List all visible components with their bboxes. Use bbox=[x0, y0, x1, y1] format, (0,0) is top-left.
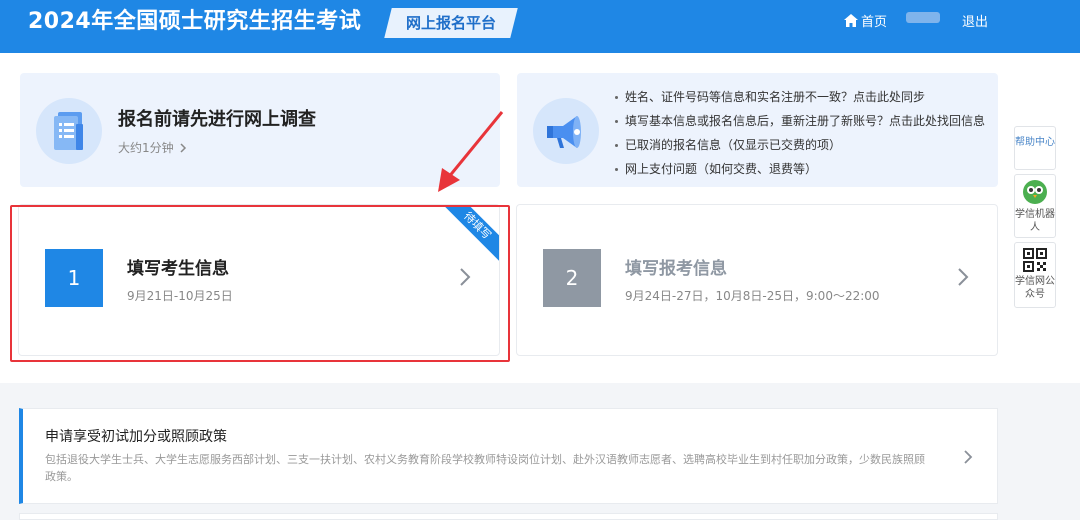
policy-description: 包括退役大学生士兵、大学生志愿服务西部计划、三支一扶计划、农村义务教育阶段学校教… bbox=[45, 453, 925, 483]
chevron-right-icon bbox=[964, 450, 973, 464]
survey-duration[interactable]: 大约1分钟 bbox=[118, 139, 187, 156]
survey-title: 报名前请先进行网上调查 bbox=[118, 109, 316, 130]
page-title: 2024年全国硕士研究生招生考试 bbox=[28, 9, 362, 34]
xuexin-robot-button[interactable]: 学信机器人 bbox=[1014, 174, 1056, 238]
notice-item[interactable]: 网上支付问题（如何交费、退费等） bbox=[615, 157, 985, 181]
annotation-highlight-box bbox=[10, 205, 510, 362]
step-date: 9月24日-27日，10月8日-25日，9:00～22:00 bbox=[625, 289, 880, 303]
home-icon bbox=[844, 14, 858, 27]
notice-item[interactable]: 已取消的报名信息（仅显示已交费的项） bbox=[615, 133, 985, 157]
top-header: 2024年全国硕士研究生招生考试 网上报名平台 首页 退出 bbox=[0, 0, 1080, 53]
help-center-button[interactable]: 帮助中心 bbox=[1014, 126, 1056, 170]
chevron-right-icon bbox=[180, 143, 187, 153]
megaphone-icon bbox=[533, 98, 599, 164]
chevron-right-icon bbox=[958, 268, 969, 286]
step-number: 2 bbox=[543, 249, 601, 307]
platform-badge-label: 网上报名平台 bbox=[406, 14, 497, 32]
next-card-edge bbox=[19, 513, 998, 520]
notice-list: 姓名、证件号码等信息和实名注册不一致？点击此处同步 填写基本信息或报名信息后，重… bbox=[615, 85, 985, 181]
user-name-redacted[interactable] bbox=[906, 12, 940, 23]
survey-duration-label: 大约1分钟 bbox=[118, 141, 174, 155]
xuexin-robot-label: 学信机器人 bbox=[1015, 209, 1055, 233]
home-link-label: 首页 bbox=[861, 15, 888, 30]
wechat-account-label: 学信网公众号 bbox=[1015, 276, 1055, 300]
annotation-arrow-icon bbox=[438, 111, 504, 192]
notice-card: 姓名、证件号码等信息和实名注册不一致？点击此处同步 填写基本信息或报名信息后，重… bbox=[517, 73, 998, 187]
notice-item[interactable]: 姓名、证件号码等信息和实名注册不一致？点击此处同步 bbox=[615, 85, 985, 109]
policy-title: 申请享受初试加分或照顾政策 bbox=[45, 429, 227, 445]
qr-code-icon bbox=[1023, 248, 1047, 272]
platform-badge: 网上报名平台 bbox=[388, 8, 514, 38]
notice-item[interactable]: 填写基本信息或报名信息后，重新注册了新账号？点击此处找回信息 bbox=[615, 109, 985, 133]
logout-link[interactable]: 退出 bbox=[962, 11, 988, 30]
home-link[interactable]: 首页 bbox=[844, 11, 887, 30]
help-center-label: 帮助中心 bbox=[1015, 137, 1055, 148]
step-fill-application-info[interactable]: 2 填写报考信息 9月24日-27日，10月8日-25日，9:00～22:00 bbox=[516, 204, 998, 356]
document-icon bbox=[36, 98, 102, 164]
robot-owl-icon bbox=[1023, 180, 1047, 204]
bonus-policy-card[interactable]: 申请享受初试加分或照顾政策 包括退役大学生士兵、大学生志愿服务西部计划、三支一扶… bbox=[19, 408, 998, 504]
survey-card[interactable]: 报名前请先进行网上调查 大约1分钟 bbox=[20, 73, 500, 187]
wechat-account-button[interactable]: 学信网公众号 bbox=[1014, 242, 1056, 308]
step-title: 填写报考信息 bbox=[625, 259, 727, 279]
